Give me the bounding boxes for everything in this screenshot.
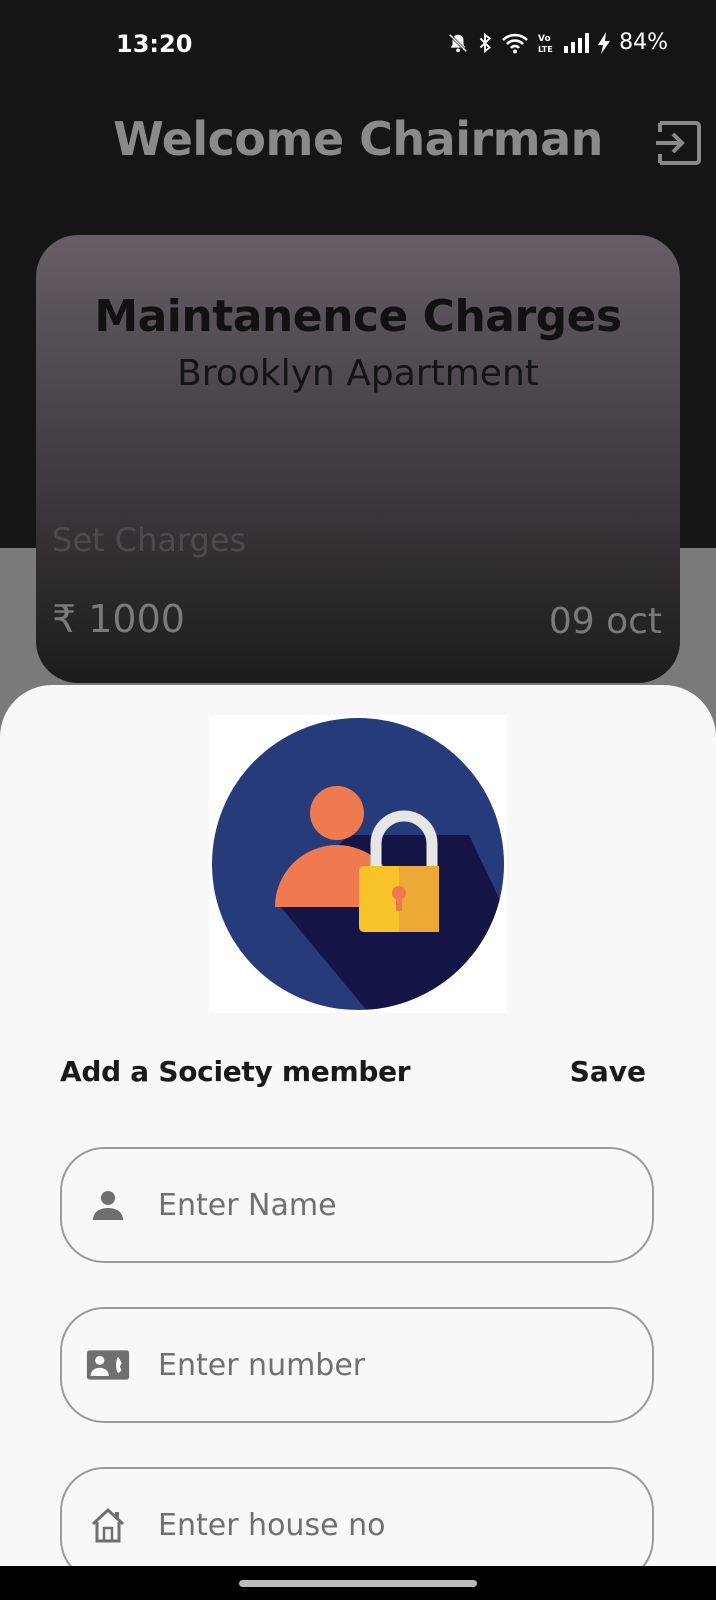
set-charges-label[interactable]: Set Charges xyxy=(52,521,246,559)
number-input[interactable] xyxy=(156,1346,620,1384)
contact-phone-icon xyxy=(86,1343,130,1387)
number-field[interactable] xyxy=(60,1307,654,1423)
person-icon xyxy=(86,1183,130,1227)
status-time: 13:20 xyxy=(116,30,193,58)
maintenance-card[interactable]: Maintanence Charges Brooklyn Apartment S… xyxy=(36,235,680,683)
logout-icon[interactable] xyxy=(654,118,704,168)
charging-icon xyxy=(598,31,611,54)
add-member-title: Add a Society member xyxy=(60,1055,411,1088)
status-bar: 13:20 Vo LTE 84% xyxy=(0,0,716,90)
card-subtitle: Brooklyn Apartment xyxy=(177,353,539,394)
name-field[interactable] xyxy=(60,1147,654,1263)
svg-text:LTE: LTE xyxy=(538,45,553,54)
house-icon xyxy=(86,1503,130,1547)
bottom-sheet: Add a Society member Save xyxy=(0,685,716,1600)
user-lock-illustration xyxy=(209,715,507,1013)
svg-text:Vo: Vo xyxy=(538,34,551,44)
battery-percent: 84% xyxy=(619,30,668,55)
home-gesture-pill[interactable] xyxy=(239,1580,477,1587)
save-button[interactable]: Save xyxy=(570,1055,646,1088)
bluetooth-icon xyxy=(479,32,492,53)
house-input[interactable] xyxy=(156,1506,620,1544)
page-title: Welcome Chairman xyxy=(113,112,603,166)
charge-amount: ₹ 1000 xyxy=(52,597,185,641)
card-title: Maintanence Charges xyxy=(94,291,622,342)
wifi-icon xyxy=(502,33,529,53)
signal-icon xyxy=(564,32,590,53)
volte-icon: Vo LTE xyxy=(538,34,553,54)
status-icons: Vo LTE 84% xyxy=(447,30,668,55)
navigation-bar xyxy=(0,1566,716,1600)
mute-bell-icon xyxy=(448,33,468,52)
charge-date: 09 oct xyxy=(548,601,662,642)
name-input[interactable] xyxy=(156,1186,620,1224)
